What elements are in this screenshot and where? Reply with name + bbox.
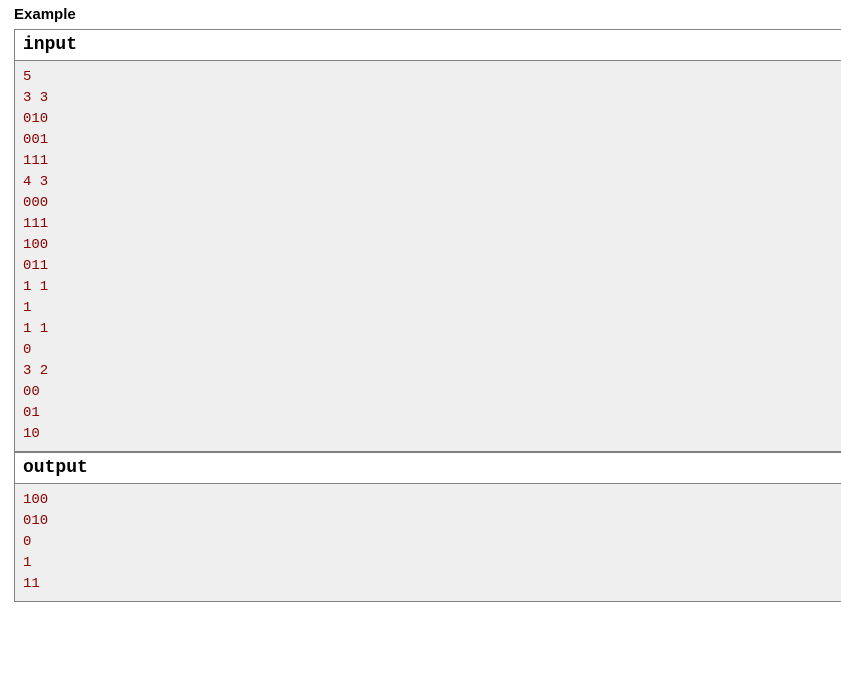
input-body: 5 3 3 010 001 111 4 3 000 111 100 011 1 … — [15, 61, 841, 452]
output-block: output 100 010 0 1 11 — [14, 452, 841, 602]
output-body: 100 010 0 1 11 — [15, 484, 841, 602]
input-block: input 5 3 3 010 001 111 4 3 000 111 100 … — [14, 29, 841, 452]
input-content: 5 3 3 010 001 111 4 3 000 111 100 011 1 … — [23, 67, 833, 445]
output-content: 100 010 0 1 11 — [23, 490, 833, 595]
input-label: input — [23, 35, 77, 55]
output-label: output — [23, 458, 88, 478]
example-section-title: Example — [14, 6, 841, 23]
input-header: input — [15, 29, 841, 61]
output-header: output — [15, 452, 841, 484]
